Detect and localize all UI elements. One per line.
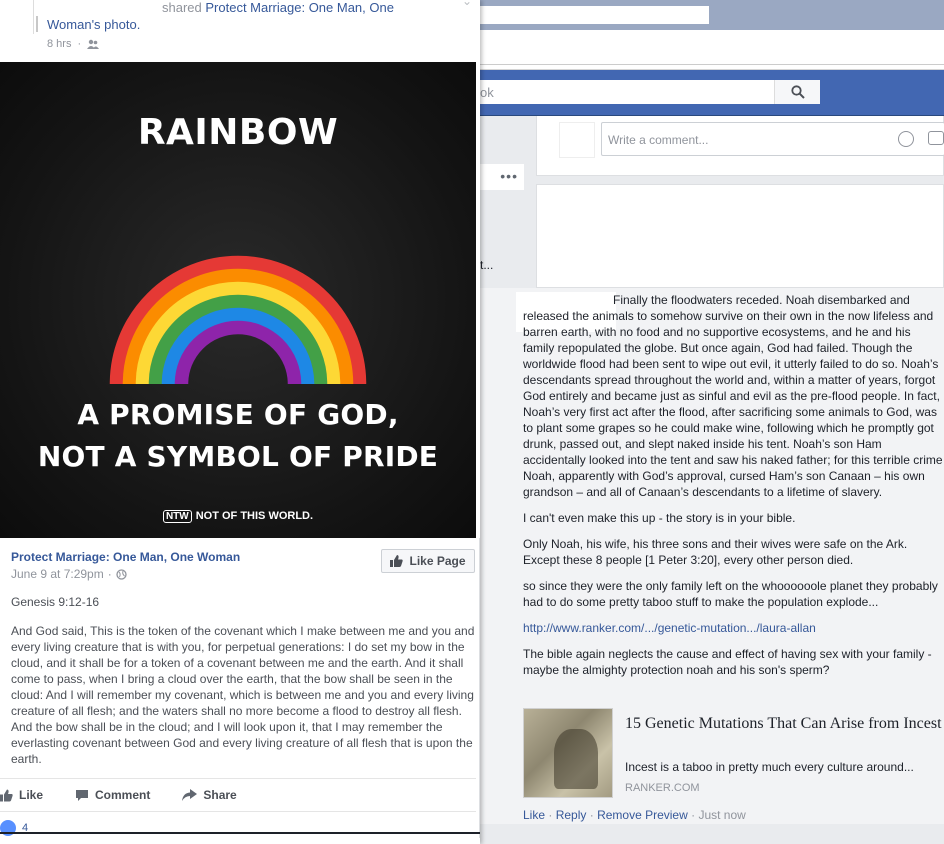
comment-composer: Write a comment...	[536, 116, 944, 176]
verse-reference: Genesis 9:12-16	[11, 595, 100, 609]
emoji-icon[interactable]	[898, 131, 914, 147]
comment-bubble: Finally the floodwaters receded. Noah di…	[480, 288, 944, 824]
rainbow-band	[174, 320, 302, 385]
camera-icon[interactable]	[928, 131, 944, 145]
comment-reply-link[interactable]: Reply	[556, 808, 587, 822]
like-button[interactable]: Like	[0, 788, 43, 802]
shared-page-link[interactable]: Protect Marriage: One Man, One	[205, 0, 394, 15]
address-bar[interactable]	[480, 30, 944, 70]
background-window: ok ••• t... Write a comment... Finally t…	[480, 0, 944, 844]
shared-post: shared Protect Marriage: One Man, One Wo…	[0, 0, 480, 844]
avatar[interactable]	[0, 0, 38, 34]
browser-top-strip	[480, 0, 944, 30]
preview-source: RANKER.COM	[625, 782, 700, 794]
post-header: shared Protect Marriage: One Man, One Wo…	[0, 0, 480, 62]
preview-thumbnail[interactable]	[523, 708, 613, 798]
like-label: Like	[19, 788, 44, 802]
image-caption: A PROMISE OF GOD, NOT A SYMBOL OF PRIDE	[0, 394, 476, 478]
share-label: Share	[203, 788, 237, 802]
separator: ·	[691, 808, 696, 822]
post-date-link[interactable]: June 9 at 7:29pm	[11, 567, 104, 581]
post-date: June 9 at 7:29pm ·	[11, 567, 127, 581]
post-body: And God said, This is the token of the c…	[11, 624, 475, 766]
friends-icon[interactable]	[87, 39, 100, 49]
separator: ·	[548, 808, 553, 822]
share-icon	[182, 789, 198, 801]
comment-paragraph: The bible again neglects the cause and e…	[523, 647, 932, 677]
comment-paragraph: Finally the floodwaters receded. Noah di…	[523, 293, 943, 499]
post-image[interactable]: RAINBOW A PROMISE OF GOD, NOT A SYMBOL O…	[0, 62, 476, 538]
remove-preview-link[interactable]: Remove Preview	[597, 808, 688, 822]
image-caption-line2: NOT A SYMBOL OF PRIDE	[37, 440, 439, 473]
comment-like-link[interactable]: Like	[523, 808, 545, 822]
separator: ·	[589, 808, 594, 822]
blank-panel	[536, 184, 944, 288]
search-button[interactable]	[774, 80, 820, 104]
left-column-fragment: ••• t...	[480, 116, 528, 286]
bottom-divider	[0, 832, 480, 834]
comment-button[interactable]: Comment	[75, 788, 150, 802]
preview-title[interactable]: 15 Genetic Mutations That Can Arise from…	[625, 714, 944, 734]
brand-logo: NTW	[162, 510, 192, 523]
comment-input[interactable]: Write a comment...	[601, 122, 944, 156]
separator: ·	[107, 567, 112, 581]
tab-blank	[480, 6, 709, 24]
share-button[interactable]: Share	[182, 788, 237, 802]
comment-paragraph: I can't even make this up - the story is…	[523, 511, 796, 525]
search-placeholder: ok	[480, 85, 494, 100]
truncated-text: t...	[480, 258, 494, 272]
photo-link[interactable]: 's photo.	[92, 17, 141, 32]
image-brand: NTW NOT OF THIS WORLD.	[0, 510, 476, 523]
rainbow-graphic	[109, 255, 367, 385]
thumbnail-figure	[554, 729, 598, 789]
globe-icon[interactable]	[116, 568, 127, 580]
thumbs-up-icon	[390, 555, 404, 567]
chevron-down-icon[interactable]: ⌄	[462, 0, 472, 8]
post-timestamp[interactable]: 8 hrs	[47, 38, 71, 50]
page-name-link[interactable]: Protect Marriage: One Man, One Woman	[11, 550, 240, 564]
shared-line-2: Woman's photo.	[47, 17, 140, 32]
comment-placeholder: Write a comment...	[608, 133, 709, 147]
thumbs-up-icon	[0, 789, 13, 801]
post-actions: Like Comment Share	[0, 778, 476, 812]
link-preview[interactable]: 15 Genetic Mutations That Can Arise from…	[523, 708, 944, 798]
avatar	[559, 122, 595, 158]
comment-timestamp[interactable]: Just now	[698, 808, 745, 822]
comment-paragraph: Only Noah, his wife, his three sons and …	[523, 537, 908, 567]
shared-page-link[interactable]: Woman	[47, 17, 92, 32]
shared-line: shared Protect Marriage: One Man, One	[162, 0, 394, 15]
image-caption-line1: A PROMISE OF GOD,	[77, 398, 399, 431]
like-page-label: Like Page	[409, 554, 466, 568]
address-divider	[480, 64, 944, 65]
separator: ·	[77, 38, 82, 50]
more-options-row: •••	[480, 164, 524, 190]
post-meta: 8 hrs ·	[47, 38, 100, 50]
comment-actions: Like · Reply · Remove Preview · Just now	[523, 808, 746, 822]
image-title: RAINBOW	[137, 112, 339, 153]
shared-word: shared	[162, 0, 202, 15]
comment-paragraph: so since they were the only family left …	[523, 579, 938, 609]
comment-label: Comment	[95, 788, 151, 802]
comment-text: Finally the floodwaters receded. Noah di…	[523, 292, 944, 688]
comment-link[interactable]: http://www.ranker.com/.../genetic-mutati…	[523, 621, 816, 635]
search-input[interactable]: ok	[480, 80, 820, 104]
facebook-top-bar: ok	[480, 70, 944, 116]
search-icon	[790, 85, 805, 99]
brand-text: NOT OF THIS WORLD.	[195, 510, 314, 522]
more-options-icon[interactable]: •••	[500, 168, 518, 184]
like-page-button[interactable]: Like Page	[381, 549, 475, 573]
comment-icon	[76, 789, 89, 801]
preview-description: Incest is a taboo in pretty much every c…	[625, 760, 914, 774]
